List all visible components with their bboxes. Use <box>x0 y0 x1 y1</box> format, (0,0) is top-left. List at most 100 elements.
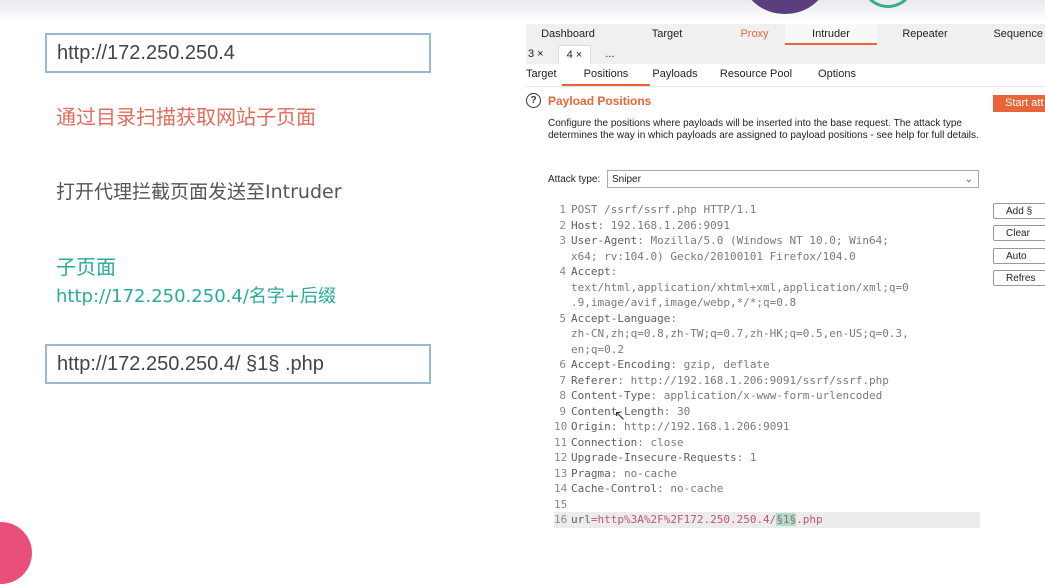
line-number: 12 <box>554 451 568 464</box>
header-name: Connection <box>571 435 638 449</box>
line-number: 9 <box>559 404 566 418</box>
header-value: : http://192.168.1.206:9091/ssrf/ssrf.ph… <box>617 373 889 387</box>
line-number: 1 <box>559 203 566 216</box>
header-value: : <box>610 265 618 278</box>
tab-repeater[interactable]: Repeater <box>877 24 973 45</box>
header-value: : close <box>637 435 684 449</box>
header-value: : 192.168.1.206:9091 <box>597 218 730 232</box>
request-line: text/html,application/xhtml+xml,applicat… <box>554 280 980 296</box>
tab-section-target[interactable]: Target <box>526 64 562 86</box>
header-name: User-Agent <box>571 234 638 247</box>
header-name: Accept <box>571 265 611 278</box>
request-line: 13 Pragma: no-cache <box>554 466 980 482</box>
tab-section-resource-pool[interactable]: Resource Pool <box>700 64 812 86</box>
header-value: zh-CN,zh;q=0.8,zh-TW;q=0.7,zh-HK;q=0.5,e… <box>571 327 909 340</box>
header-value: : no-cache <box>657 482 724 495</box>
request-line: zh-CN,zh;q=0.8,zh-TW;q=0.7,zh-HK;q=0.5,e… <box>554 326 980 342</box>
header-name: Pragma <box>571 466 611 480</box>
url-box-payload-text: http://172.250.250.4/ §1§ .php <box>57 352 324 375</box>
note-subpage-title: 子页面 <box>56 255 116 279</box>
request-line: 4 Accept: <box>554 264 980 280</box>
tab-proxy[interactable]: Proxy <box>724 24 785 45</box>
note-dir-scan: 通过目录扫描获取网站子页面 <box>56 105 316 129</box>
header-name: Referer <box>571 373 618 387</box>
line-number: 4 <box>559 265 566 278</box>
request-line: 7 Referer: http://192.168.1.206:9091/ssrf… <box>554 373 980 389</box>
burp-section-tabs: Target Positions Payloads Resource Pool … <box>526 64 1045 87</box>
add-marker-button[interactable]: Add § <box>993 203 1045 219</box>
note-send-intruder: 打开代理拦截页面发送至Intruder <box>56 181 342 203</box>
header-value: : 30 <box>663 404 691 418</box>
line-number: 5 <box>559 311 566 325</box>
header-name: Upgrade-Insecure-Requests <box>571 451 737 464</box>
line-number: 15 <box>554 497 568 511</box>
line-number: 14 <box>554 482 568 495</box>
payload-positions-title: Payload Positions <box>548 94 652 108</box>
request-line: x64; rv:104.0) Gecko/20100101 Firefox/10… <box>554 249 980 265</box>
request-line: .9,image/avif,image/webp,*/*;q=0.8 <box>554 295 980 311</box>
request-body-line: 16 url=http%3A%2F%2F172.250.250.4/§1§.php <box>554 512 980 528</box>
url-box-base: http://172.250.250.4 <box>45 33 431 73</box>
request-line: 5 Accept-Language: <box>554 311 980 327</box>
request-line: 11 Connection: close <box>554 435 980 451</box>
url-box-base-text: http://172.250.250.4 <box>57 41 235 64</box>
subtab-3[interactable]: 3 × <box>526 45 552 64</box>
tab-target[interactable]: Target <box>610 24 724 45</box>
line-number: 16 <box>554 513 568 526</box>
line-number: 8 <box>559 389 566 402</box>
start-attack-button[interactable]: Start att <box>993 95 1045 112</box>
header-value: text/html,application/xhtml+xml,applicat… <box>571 280 909 294</box>
payload-marker: §1§ <box>776 513 797 526</box>
auto-markers-button[interactable]: Auto <box>993 248 1045 264</box>
line-number: 6 <box>559 358 566 371</box>
header-value: : 1 <box>736 451 757 464</box>
tab-section-positions[interactable]: Positions <box>562 64 650 86</box>
help-icon[interactable]: ? <box>526 93 541 108</box>
request-line: 2 Host: 192.168.1.206:9091 <box>554 218 980 234</box>
header-name: Accept-Language <box>571 311 671 325</box>
tab-sequencer[interactable]: Sequence <box>973 24 1045 45</box>
header-name: Origin <box>571 420 611 433</box>
refresh-button[interactable]: Refres <box>993 270 1045 286</box>
request-editor[interactable]: 1 POST /ssrf/ssrf.php HTTP/1.1 2 Host: 192.… <box>554 202 980 548</box>
line-number: 2 <box>559 218 566 232</box>
header-name: Content-Type <box>571 389 651 402</box>
header-name: Cache-Control <box>571 482 658 495</box>
header-name: Accept-Encoding <box>571 358 671 371</box>
header-value: : http://192.168.1.206:9091 <box>610 420 790 433</box>
header-value: x64; rv:104.0) Gecko/20100101 Firefox/10… <box>571 249 856 263</box>
tab-intruder[interactable]: Intruder <box>785 24 877 45</box>
request-line: 6 Accept-Encoding: gzip, deflate <box>554 357 980 373</box>
header-value: : application/x-www-form-urlencoded <box>650 389 883 402</box>
param-name: url <box>571 513 591 526</box>
param-value: =http%3A%2F%2F172.250.250.4/ <box>590 513 777 526</box>
header-value: en;q=0.2 <box>571 342 624 356</box>
clear-markers-button[interactable]: Clear <box>993 225 1045 241</box>
positions-description: Configure the positions where payloads w… <box>548 118 979 141</box>
line-number: 13 <box>554 466 568 480</box>
request-line: 8 Content-Type: application/x-www-form-ur… <box>554 388 980 404</box>
header-name: Host <box>571 218 598 232</box>
param-suffix: .php <box>796 513 823 526</box>
tab-dashboard[interactable]: Dashboard <box>526 24 610 45</box>
attack-type-value: Sniper <box>612 174 641 185</box>
line-number: 3 <box>559 234 566 247</box>
line-number: 7 <box>559 373 566 387</box>
attack-type-select[interactable]: Sniper ⌄ <box>607 170 979 188</box>
header-value: : gzip, deflate <box>670 358 770 371</box>
header-value: : no-cache <box>610 466 677 480</box>
request-line: 1 POST /ssrf/ssrf.php HTTP/1.1 <box>554 202 980 218</box>
header-value: : Mozilla/5.0 (Windows NT 10.0; Win64; <box>637 234 889 247</box>
tab-section-options[interactable]: Options <box>812 64 862 86</box>
burp-sub-tabs: 3 × 4 × ... <box>526 45 1045 64</box>
header-value: .9,image/avif,image/webp,*/*;q=0.8 <box>571 296 797 309</box>
burp-main-tabs: Dashboard Target Proxy Intruder Repeater… <box>526 24 1045 46</box>
header-value: : <box>670 311 677 325</box>
tab-section-payloads[interactable]: Payloads <box>650 64 700 86</box>
request-line: 14 Cache-Control: no-cache <box>554 481 980 497</box>
line-number: 11 <box>554 435 568 449</box>
subtab-more[interactable]: ... <box>597 45 622 64</box>
subtab-4[interactable]: 4 × <box>557 45 592 64</box>
line-number: 10 <box>554 420 568 433</box>
attack-type-label: Attack type: <box>548 174 601 185</box>
